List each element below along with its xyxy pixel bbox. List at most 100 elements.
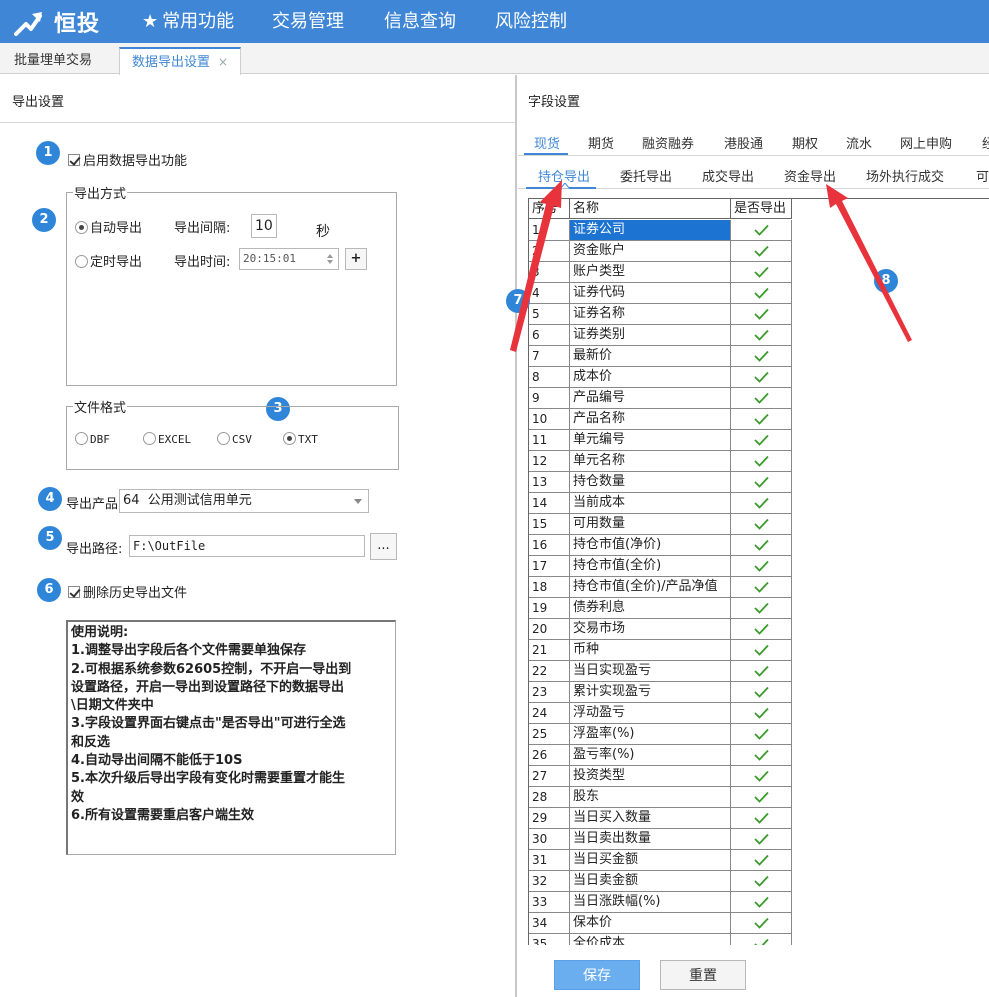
auto-export-radio[interactable]: 自动导出 bbox=[75, 217, 142, 236]
table-row[interactable]: 6 证券类别 bbox=[529, 325, 792, 346]
field-name-cell[interactable]: 当日涨跌幅(%) bbox=[570, 892, 731, 912]
export-check-cell[interactable] bbox=[731, 304, 792, 324]
tab-futures[interactable]: 期货 bbox=[588, 133, 614, 152]
export-check-cell[interactable] bbox=[731, 619, 792, 639]
export-check-cell[interactable] bbox=[731, 787, 792, 807]
interval-input[interactable]: 10 bbox=[251, 214, 277, 238]
field-name-cell[interactable]: 持仓市值(全价)/产品净值 bbox=[570, 577, 731, 597]
table-row[interactable]: 9 产品编号 bbox=[529, 388, 792, 409]
field-name-cell[interactable]: 债券利息 bbox=[570, 598, 731, 618]
product-select[interactable]: 64 公用测试信用单元 bbox=[119, 489, 369, 513]
field-name-cell[interactable]: 当日买入数量 bbox=[570, 808, 731, 828]
field-name-cell[interactable]: 最新价 bbox=[570, 346, 731, 366]
table-row[interactable]: 28 股东 bbox=[529, 787, 792, 808]
table-row[interactable]: 15 可用数量 bbox=[529, 514, 792, 535]
table-row[interactable]: 2 资金账户 bbox=[529, 241, 792, 262]
table-row[interactable]: 8 成本价 bbox=[529, 367, 792, 388]
tab-fund-export[interactable]: 资金导出 bbox=[784, 166, 836, 185]
tab-more[interactable]: 经 bbox=[982, 133, 989, 152]
export-check-cell[interactable] bbox=[731, 703, 792, 723]
export-check-cell[interactable] bbox=[731, 430, 792, 450]
tab-options[interactable]: 期权 bbox=[792, 133, 818, 152]
export-check-cell[interactable] bbox=[731, 493, 792, 513]
spinner-icon[interactable] bbox=[326, 253, 334, 265]
field-name-cell[interactable]: 当日卖金额 bbox=[570, 871, 731, 891]
export-check-cell[interactable] bbox=[731, 661, 792, 681]
field-name-cell[interactable]: 股东 bbox=[570, 787, 731, 807]
table-row[interactable]: 1 证券公司 bbox=[529, 220, 792, 241]
table-row[interactable]: 23 累计实现盈亏 bbox=[529, 682, 792, 703]
table-row[interactable]: 21 币种 bbox=[529, 640, 792, 661]
export-check-cell[interactable] bbox=[731, 913, 792, 933]
table-row[interactable]: 18 持仓市值(全价)/产品净值 bbox=[529, 577, 792, 598]
table-row[interactable]: 11 单元编号 bbox=[529, 430, 792, 451]
export-check-cell[interactable] bbox=[731, 808, 792, 828]
field-name-cell[interactable]: 证券公司 bbox=[570, 220, 731, 240]
export-check-cell[interactable] bbox=[731, 535, 792, 555]
tab-order-export[interactable]: 委托导出 bbox=[620, 166, 672, 185]
export-check-cell[interactable] bbox=[731, 598, 792, 618]
export-check-cell[interactable] bbox=[731, 472, 792, 492]
export-check-cell[interactable] bbox=[731, 388, 792, 408]
save-button[interactable]: 保存 bbox=[554, 960, 640, 990]
table-row[interactable]: 5 证券名称 bbox=[529, 304, 792, 325]
add-time-button[interactable]: + bbox=[345, 248, 367, 270]
field-name-cell[interactable]: 累计实现盈亏 bbox=[570, 682, 731, 702]
tab-trade-export[interactable]: 成交导出 bbox=[702, 166, 754, 185]
field-name-cell[interactable]: 币种 bbox=[570, 640, 731, 660]
tab-more-sub[interactable]: 可 bbox=[976, 166, 989, 185]
timed-export-radio[interactable]: 定时导出 bbox=[75, 251, 142, 270]
table-row[interactable]: 33 当日涨跌幅(%) bbox=[529, 892, 792, 913]
table-row[interactable]: 25 浮盈率(%) bbox=[529, 724, 792, 745]
table-row[interactable]: 10 产品名称 bbox=[529, 409, 792, 430]
export-check-cell[interactable] bbox=[731, 409, 792, 429]
field-name-cell[interactable]: 持仓市值(净价) bbox=[570, 535, 731, 555]
field-name-cell[interactable]: 产品编号 bbox=[570, 388, 731, 408]
table-row[interactable]: 26 盈亏率(%) bbox=[529, 745, 792, 766]
table-row[interactable]: 3 账户类型 bbox=[529, 262, 792, 283]
nav-info-query[interactable]: 信息查询 bbox=[384, 0, 456, 43]
export-check-cell[interactable] bbox=[731, 871, 792, 891]
table-row[interactable]: 14 当前成本 bbox=[529, 493, 792, 514]
export-check-cell[interactable] bbox=[731, 220, 792, 240]
table-row[interactable]: 22 当日实现盈亏 bbox=[529, 661, 792, 682]
table-row[interactable]: 17 持仓市值(全价) bbox=[529, 556, 792, 577]
field-name-cell[interactable]: 持仓市值(全价) bbox=[570, 556, 731, 576]
field-name-cell[interactable]: 当日买金额 bbox=[570, 850, 731, 870]
field-name-cell[interactable]: 成本价 bbox=[570, 367, 731, 387]
field-name-cell[interactable]: 当前成本 bbox=[570, 493, 731, 513]
table-row[interactable]: 16 持仓市值(净价) bbox=[529, 535, 792, 556]
field-name-cell[interactable]: 投资类型 bbox=[570, 766, 731, 786]
close-icon[interactable]: × bbox=[218, 55, 228, 69]
tab-margin[interactable]: 融资融券 bbox=[642, 133, 694, 152]
export-check-cell[interactable] bbox=[731, 577, 792, 597]
export-check-cell[interactable] bbox=[731, 829, 792, 849]
field-name-cell[interactable]: 全价成本 bbox=[570, 934, 731, 945]
export-check-cell[interactable] bbox=[731, 766, 792, 786]
export-check-cell[interactable] bbox=[731, 241, 792, 261]
table-row[interactable]: 7 最新价 bbox=[529, 346, 792, 367]
field-name-cell[interactable]: 可用数量 bbox=[570, 514, 731, 534]
export-check-cell[interactable] bbox=[731, 325, 792, 345]
col-header-name[interactable]: 名称 bbox=[570, 199, 731, 219]
table-row[interactable]: 27 投资类型 bbox=[529, 766, 792, 787]
field-name-cell[interactable]: 盈亏率(%) bbox=[570, 745, 731, 765]
table-row[interactable]: 29 当日买入数量 bbox=[529, 808, 792, 829]
format-excel-radio[interactable]: EXCEL bbox=[143, 432, 191, 446]
export-check-cell[interactable] bbox=[731, 850, 792, 870]
export-check-cell[interactable] bbox=[731, 640, 792, 660]
tab-flow[interactable]: 流水 bbox=[846, 133, 872, 152]
field-name-cell[interactable]: 证券类别 bbox=[570, 325, 731, 345]
field-name-cell[interactable]: 单元名称 bbox=[570, 451, 731, 471]
reset-button[interactable]: 重置 bbox=[660, 960, 746, 990]
export-check-cell[interactable] bbox=[731, 682, 792, 702]
export-check-cell[interactable] bbox=[731, 262, 792, 282]
export-check-cell[interactable] bbox=[731, 346, 792, 366]
export-check-cell[interactable] bbox=[731, 745, 792, 765]
nav-risk-control[interactable]: 风险控制 bbox=[495, 0, 567, 43]
table-row[interactable]: 13 持仓数量 bbox=[529, 472, 792, 493]
export-check-cell[interactable] bbox=[731, 514, 792, 534]
nav-common-functions[interactable]: ★ 常用功能 bbox=[142, 0, 234, 43]
export-check-cell[interactable] bbox=[731, 451, 792, 471]
field-name-cell[interactable]: 保本价 bbox=[570, 913, 731, 933]
